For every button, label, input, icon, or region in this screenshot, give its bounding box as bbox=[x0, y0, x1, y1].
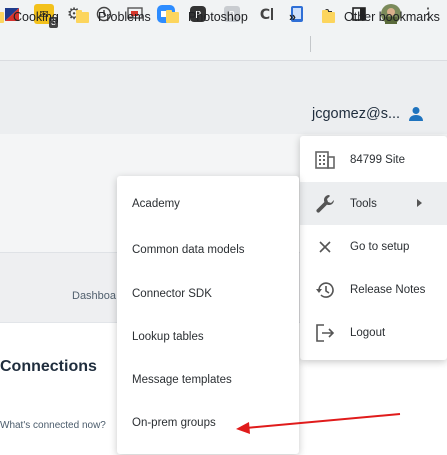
user-menu: 84799 Site Tools Go to setup Release Not… bbox=[300, 136, 447, 360]
menu-item-site[interactable]: 84799 Site bbox=[300, 138, 447, 181]
c-icon[interactable]: C bbox=[256, 4, 276, 24]
whats-connected-link[interactable]: What's connected now? bbox=[0, 420, 106, 431]
logout-icon bbox=[314, 322, 336, 344]
folder-icon bbox=[166, 9, 179, 23]
tools-item-connector-sdk[interactable]: Connector SDK bbox=[117, 273, 299, 316]
history-icon bbox=[314, 279, 336, 301]
bookmarks-bar bbox=[0, 28, 447, 61]
tools-item-on-prem-groups[interactable]: On-prem groups bbox=[117, 402, 299, 445]
person-icon[interactable] bbox=[408, 106, 424, 122]
submenu-arrow-icon bbox=[417, 199, 422, 207]
wrench-icon bbox=[314, 193, 336, 215]
tools-item-message-templates[interactable]: Message templates bbox=[117, 359, 299, 402]
connections-title: Connections bbox=[0, 358, 97, 375]
close-icon bbox=[314, 236, 336, 258]
bookmarks-divider bbox=[310, 36, 311, 52]
building-icon bbox=[314, 149, 336, 171]
app-header bbox=[0, 61, 447, 135]
menu-item-logout[interactable]: Logout bbox=[300, 311, 447, 354]
folder-icon bbox=[322, 9, 335, 23]
tools-item-common-data-models[interactable]: Common data models bbox=[117, 229, 299, 272]
user-email[interactable]: jcgomez@s... bbox=[312, 106, 400, 122]
folder-icon bbox=[76, 9, 89, 23]
bookmark-cooking[interactable]: Cooking bbox=[0, 8, 59, 26]
tools-submenu: Academy Common data models Connector SDK… bbox=[117, 176, 299, 454]
folder-icon bbox=[0, 11, 4, 23]
bookmark-other-bookmarks[interactable]: Other bookmarks bbox=[322, 8, 440, 26]
tools-item-lookup-tables[interactable]: Lookup tables bbox=[117, 316, 299, 359]
menu-item-tools[interactable]: Tools bbox=[300, 182, 447, 225]
menu-item-go-to-setup[interactable]: Go to setup bbox=[300, 225, 447, 268]
svg-text:C: C bbox=[260, 7, 270, 23]
bookmark-problems[interactable]: Problems bbox=[76, 8, 151, 26]
bookmarks-overflow-button[interactable]: » bbox=[289, 8, 296, 26]
bookmark-photoshop[interactable]: Photoshop bbox=[166, 8, 248, 26]
dashboard-link[interactable]: Dashboa bbox=[72, 290, 116, 302]
menu-item-release-notes[interactable]: Release Notes bbox=[300, 268, 447, 311]
tools-item-academy[interactable]: Academy bbox=[117, 183, 299, 226]
